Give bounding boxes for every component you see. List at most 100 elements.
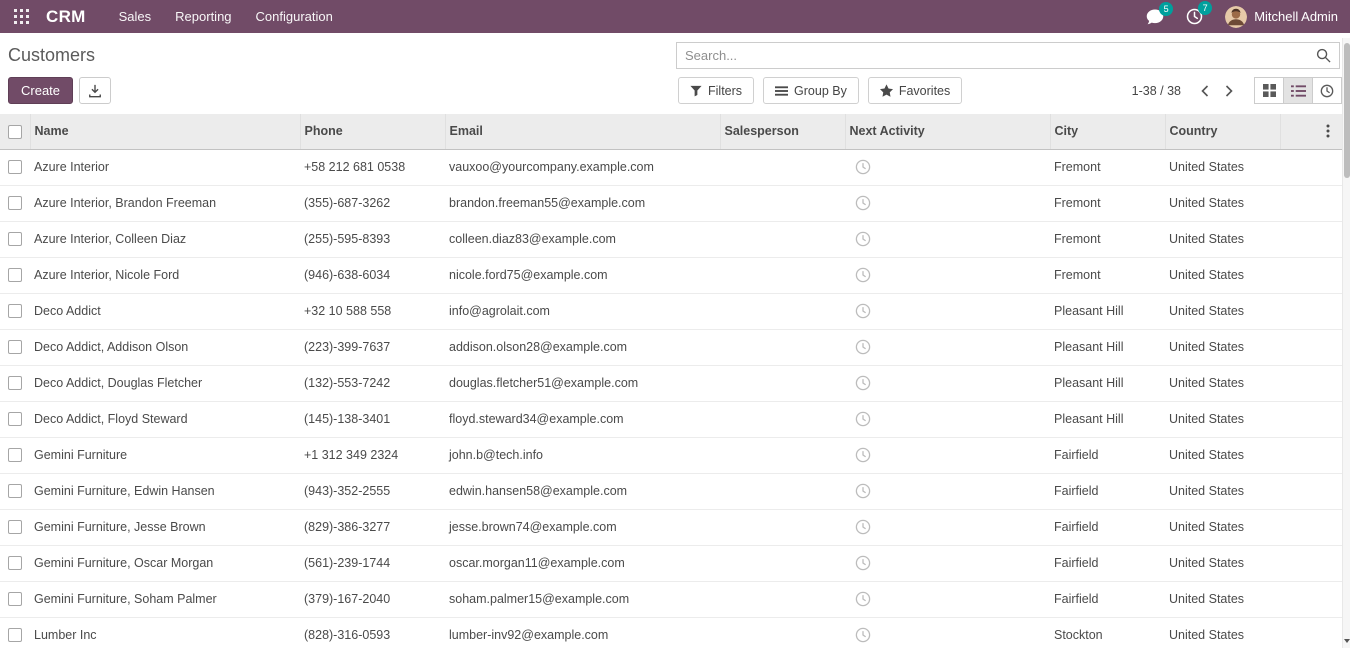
customer-name-cell[interactable]: Gemini Furniture, Edwin Hansen [30, 473, 300, 509]
customer-city-cell[interactable]: Stockton [1050, 617, 1165, 648]
customer-country-cell[interactable]: United States [1165, 185, 1280, 221]
next-activity-clock-icon[interactable] [855, 519, 871, 535]
search-input[interactable] [685, 48, 1316, 63]
customer-city-cell[interactable]: Fairfield [1050, 509, 1165, 545]
customer-email-cell[interactable]: jesse.brown74@example.com [445, 509, 720, 545]
row-checkbox[interactable] [8, 448, 22, 462]
search-icon[interactable] [1316, 48, 1331, 63]
customer-country-cell[interactable]: United States [1165, 581, 1280, 617]
customer-salesperson-cell[interactable] [720, 293, 845, 329]
customer-next-activity-cell[interactable] [845, 401, 1050, 437]
customer-country-cell[interactable]: United States [1165, 257, 1280, 293]
customer-country-cell[interactable]: United States [1165, 545, 1280, 581]
select-all-checkbox[interactable] [8, 125, 22, 139]
row-checkbox[interactable] [8, 592, 22, 606]
next-activity-clock-icon[interactable] [855, 411, 871, 427]
customer-country-cell[interactable]: United States [1165, 509, 1280, 545]
customer-name-cell[interactable]: Azure Interior, Colleen Diaz [30, 221, 300, 257]
customer-country-cell[interactable]: United States [1165, 401, 1280, 437]
customer-name-cell[interactable]: Deco Addict [30, 293, 300, 329]
next-activity-clock-icon[interactable] [855, 339, 871, 355]
customer-row[interactable]: Azure Interior, Brandon Freeman(355)-687… [0, 185, 1342, 221]
next-activity-clock-icon[interactable] [855, 303, 871, 319]
export-button[interactable] [79, 77, 111, 104]
customer-email-cell[interactable]: edwin.hansen58@example.com [445, 473, 720, 509]
header-next-activity[interactable]: Next Activity [845, 114, 1050, 149]
customer-country-cell[interactable]: United States [1165, 365, 1280, 401]
next-activity-clock-icon[interactable] [855, 555, 871, 571]
row-checkbox[interactable] [8, 340, 22, 354]
customer-next-activity-cell[interactable] [845, 257, 1050, 293]
customer-salesperson-cell[interactable] [720, 221, 845, 257]
customer-phone-cell[interactable]: (828)-316-0593 [300, 617, 445, 648]
next-activity-clock-icon[interactable] [855, 267, 871, 283]
customer-salesperson-cell[interactable] [720, 401, 845, 437]
row-select-cell[interactable] [0, 473, 30, 509]
scrollbar-thumb[interactable] [1344, 43, 1350, 178]
customer-name-cell[interactable]: Deco Addict, Douglas Fletcher [30, 365, 300, 401]
customer-email-cell[interactable]: colleen.diaz83@example.com [445, 221, 720, 257]
app-title[interactable]: CRM [46, 7, 86, 27]
customer-city-cell[interactable]: Fremont [1050, 185, 1165, 221]
customer-phone-cell[interactable]: (943)-352-2555 [300, 473, 445, 509]
customer-phone-cell[interactable]: (255)-595-8393 [300, 221, 445, 257]
row-select-cell[interactable] [0, 545, 30, 581]
customer-salesperson-cell[interactable] [720, 257, 845, 293]
customer-name-cell[interactable]: Deco Addict, Floyd Steward [30, 401, 300, 437]
group-by-button[interactable]: Group By [763, 77, 859, 104]
next-activity-clock-icon[interactable] [855, 159, 871, 175]
customer-next-activity-cell[interactable] [845, 365, 1050, 401]
header-country[interactable]: Country [1165, 114, 1280, 149]
customer-phone-cell[interactable]: (379)-167-2040 [300, 581, 445, 617]
customer-salesperson-cell[interactable] [720, 149, 845, 185]
activity-view-button[interactable] [1312, 77, 1342, 104]
row-select-cell[interactable] [0, 617, 30, 648]
customer-name-cell[interactable]: Gemini Furniture [30, 437, 300, 473]
customer-row[interactable]: Lumber Inc(828)-316-0593lumber-inv92@exa… [0, 617, 1342, 648]
header-city[interactable]: City [1050, 114, 1165, 149]
customer-salesperson-cell[interactable] [720, 473, 845, 509]
customer-city-cell[interactable]: Fremont [1050, 149, 1165, 185]
next-activity-clock-icon[interactable] [855, 231, 871, 247]
row-checkbox[interactable] [8, 304, 22, 318]
customer-next-activity-cell[interactable] [845, 473, 1050, 509]
customer-name-cell[interactable]: Deco Addict, Addison Olson [30, 329, 300, 365]
customer-phone-cell[interactable]: +58 212 681 0538 [300, 149, 445, 185]
customer-phone-cell[interactable]: (145)-138-3401 [300, 401, 445, 437]
user-menu[interactable]: Mitchell Admin [1225, 6, 1338, 28]
header-phone[interactable]: Phone [300, 114, 445, 149]
customer-email-cell[interactable]: lumber-inv92@example.com [445, 617, 720, 648]
pager-next-button[interactable] [1217, 78, 1241, 104]
customer-email-cell[interactable]: floyd.steward34@example.com [445, 401, 720, 437]
customer-city-cell[interactable]: Fairfield [1050, 437, 1165, 473]
customer-city-cell[interactable]: Pleasant Hill [1050, 293, 1165, 329]
select-all-cell[interactable] [0, 114, 30, 149]
customer-phone-cell[interactable]: (355)-687-3262 [300, 185, 445, 221]
customer-email-cell[interactable]: john.b@tech.info [445, 437, 720, 473]
customer-name-cell[interactable]: Gemini Furniture, Soham Palmer [30, 581, 300, 617]
row-checkbox[interactable] [8, 520, 22, 534]
customer-name-cell[interactable]: Lumber Inc [30, 617, 300, 648]
customer-next-activity-cell[interactable] [845, 509, 1050, 545]
row-select-cell[interactable] [0, 257, 30, 293]
vertical-scrollbar[interactable] [1342, 38, 1350, 648]
row-checkbox[interactable] [8, 376, 22, 390]
customer-row[interactable]: Deco Addict, Floyd Steward(145)-138-3401… [0, 401, 1342, 437]
row-select-cell[interactable] [0, 221, 30, 257]
customer-phone-cell[interactable]: +1 312 349 2324 [300, 437, 445, 473]
customer-phone-cell[interactable]: (223)-399-7637 [300, 329, 445, 365]
customer-salesperson-cell[interactable] [720, 617, 845, 648]
customer-row[interactable]: Deco Addict+32 10 588 558info@agrolait.c… [0, 293, 1342, 329]
customer-next-activity-cell[interactable] [845, 617, 1050, 648]
customer-name-cell[interactable]: Gemini Furniture, Jesse Brown [30, 509, 300, 545]
customer-row[interactable]: Gemini Furniture, Oscar Morgan(561)-239-… [0, 545, 1342, 581]
customer-email-cell[interactable]: vauxoo@yourcompany.example.com [445, 149, 720, 185]
apps-menu-button[interactable] [10, 6, 32, 28]
customer-salesperson-cell[interactable] [720, 365, 845, 401]
customer-country-cell[interactable]: United States [1165, 293, 1280, 329]
customer-next-activity-cell[interactable] [845, 581, 1050, 617]
customer-city-cell[interactable]: Fremont [1050, 221, 1165, 257]
customer-phone-cell[interactable]: (946)-638-6034 [300, 257, 445, 293]
next-activity-clock-icon[interactable] [855, 591, 871, 607]
scrollbar-down-button[interactable] [1343, 636, 1350, 646]
